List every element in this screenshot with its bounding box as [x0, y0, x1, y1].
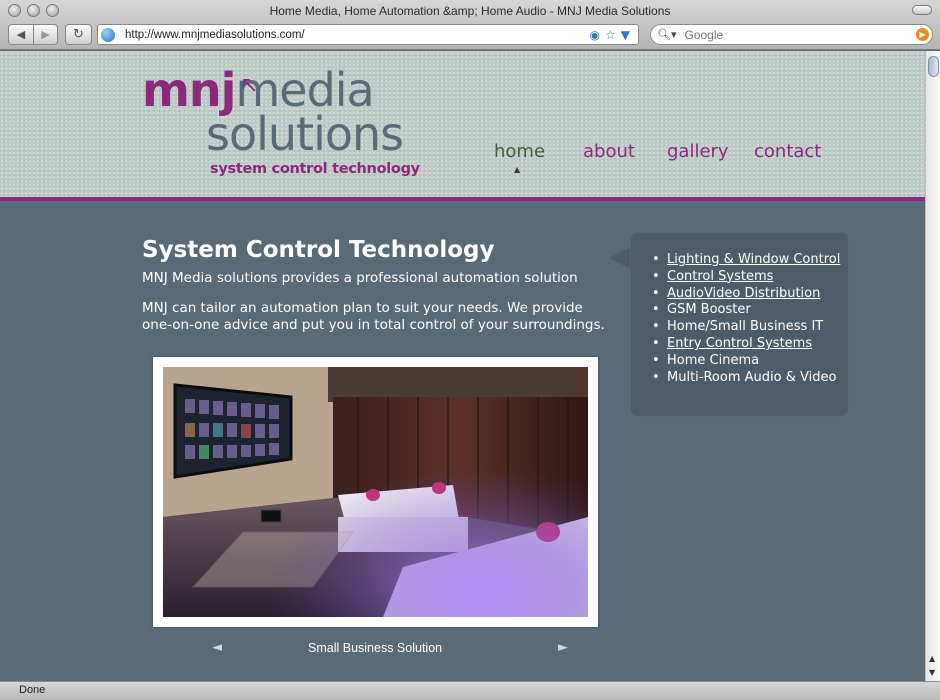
url-text[interactable]: http://www.mnjmediasolutions.com/ — [125, 29, 590, 41]
scrollbar-thumb[interactable] — [928, 56, 939, 77]
rss-icon[interactable]: ◉ — [590, 28, 600, 42]
carousel-prev-button[interactable]: ◄ — [212, 640, 222, 655]
search-icon[interactable]: 🔍︎▾ — [657, 28, 677, 41]
service-link[interactable]: Lighting & Window Control — [667, 252, 840, 267]
globe-icon — [101, 27, 115, 42]
carousel-next-button[interactable]: ► — [558, 640, 568, 655]
home-cinema-illustration — [163, 367, 588, 617]
list-item: Multi-Room Audio & Video — [649, 370, 849, 387]
back-arrow-icon: ◀ — [16, 28, 26, 41]
list-item: Home Cinema — [649, 353, 849, 370]
list-item[interactable]: Control Systems — [649, 269, 849, 286]
scroll-up-icon[interactable]: ▲ — [929, 654, 935, 663]
nav-about-link[interactable]: about — [583, 141, 635, 162]
scroll-down-icon[interactable]: ▼ — [929, 668, 935, 677]
list-item: GSM Booster — [649, 302, 849, 319]
nav-home-link[interactable]: home — [494, 141, 545, 162]
search-box[interactable]: 🔍︎▾ ▶ — [650, 24, 933, 45]
home-cinema-photo[interactable] — [163, 367, 588, 617]
bubble-tail — [609, 247, 631, 269]
list-item[interactable]: Entry Control Systems — [649, 336, 849, 353]
site-logo[interactable]: mnjmedia ↖ solutions system control tech… — [140, 67, 420, 187]
logo-tagline: system control technology — [210, 161, 420, 177]
back-button[interactable]: ◀ — [8, 24, 34, 45]
vertical-scrollbar[interactable]: ▲ ▼ — [925, 51, 940, 681]
service-text: Home Cinema — [667, 352, 760, 368]
forward-arrow-icon: ▶ — [41, 28, 50, 41]
service-text: Multi-Room Audio & Video — [667, 369, 837, 385]
photo-frame — [153, 357, 598, 627]
search-input[interactable] — [684, 27, 905, 42]
reload-icon: ↻ — [73, 27, 84, 42]
description-paragraph: MNJ can tailor an automation plan to sui… — [142, 300, 605, 333]
logo-arrow-icon: ↖ — [240, 73, 259, 98]
service-text: GSM Booster — [667, 302, 751, 318]
search-go-icon[interactable]: ▶ — [916, 28, 929, 41]
title-bar: Home Media, Home Automation &amp; Home A… — [0, 0, 940, 22]
nav-gallery-link[interactable]: gallery — [667, 141, 729, 162]
page-title: System Control Technology — [142, 237, 495, 263]
intro-text: MNJ Media solutions provides a professio… — [142, 270, 578, 286]
service-link[interactable]: Entry Control Systems — [667, 336, 812, 351]
reload-button[interactable]: ↻ — [65, 24, 92, 45]
web-page: mnjmedia ↖ solutions system control tech… — [0, 51, 925, 681]
service-link[interactable]: AudioVideo Distribution — [667, 286, 820, 301]
list-item[interactable]: Lighting & Window Control — [649, 252, 849, 269]
toolbar-toggle-button[interactable] — [912, 5, 932, 15]
status-bar: Done — [0, 681, 940, 700]
nav-contact-link[interactable]: contact — [754, 141, 821, 162]
site-header: mnjmedia ↖ solutions system control tech… — [0, 51, 925, 201]
dropdown-arrow-icon[interactable]: ▼ — [621, 28, 630, 42]
services-box: Lighting & Window Control Control System… — [630, 232, 849, 417]
logo-solutions-text: solutions — [206, 107, 404, 161]
status-text: Done — [19, 684, 46, 696]
carousel-caption: Small Business Solution — [308, 641, 443, 655]
services-list: Lighting & Window Control Control System… — [649, 252, 849, 386]
forward-button[interactable]: ▶ — [33, 24, 58, 45]
list-item: Home/Small Business IT — [649, 319, 849, 336]
list-item[interactable]: AudioVideo Distribution — [649, 286, 849, 303]
browser-chrome: Home Media, Home Automation &amp; Home A… — [0, 0, 940, 50]
service-text: Home/Small Business IT — [667, 319, 824, 335]
address-bar[interactable]: http://www.mnjmediasolutions.com/ ◉ ☆ ▼ — [97, 24, 639, 45]
bookmark-star-icon[interactable]: ☆ — [605, 28, 616, 42]
active-caret-icon: ▲ — [514, 165, 521, 174]
browser-toolbar: ◀ ▶ ↻ http://www.mnjmediasolutions.com/ … — [0, 22, 940, 48]
window-title: Home Media, Home Automation &amp; Home A… — [269, 4, 671, 18]
service-link[interactable]: Control Systems — [667, 269, 773, 284]
